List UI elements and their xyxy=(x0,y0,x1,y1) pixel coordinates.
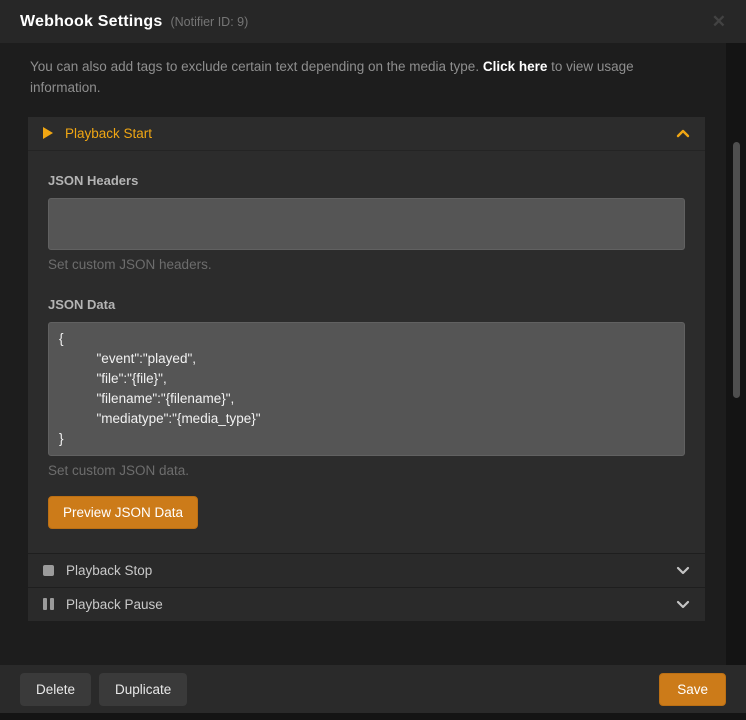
stop-icon xyxy=(43,565,54,576)
preview-json-data-button[interactable]: Preview JSON Data xyxy=(48,496,198,529)
save-button[interactable]: Save xyxy=(659,673,726,706)
json-headers-help: Set custom JSON headers. xyxy=(48,257,685,272)
accordion-playback-start[interactable]: Playback Start xyxy=(28,117,705,151)
chevron-up-icon xyxy=(676,129,690,138)
intro-before: You can also add tags to exclude certain… xyxy=(30,59,483,74)
page-title: Webhook Settings xyxy=(20,13,162,31)
modal-footer: Delete Duplicate Save xyxy=(0,665,746,713)
intro-text: You can also add tags to exclude certain… xyxy=(30,57,686,99)
accordion-label: Playback Stop xyxy=(66,563,152,578)
trigger-accordion: Playback Start JSON Headers Set custom J… xyxy=(28,117,705,621)
json-headers-input[interactable] xyxy=(48,198,685,250)
title-wrap: Webhook Settings (Notifier ID: 9) xyxy=(20,13,248,31)
notifier-id-badge: (Notifier ID: 9) xyxy=(170,15,248,29)
click-here-link[interactable]: Click here xyxy=(483,59,548,74)
play-icon xyxy=(43,127,53,139)
close-icon[interactable]: ✕ xyxy=(712,13,726,30)
scrollbar-thumb[interactable] xyxy=(733,142,740,398)
json-data-help: Set custom JSON data. xyxy=(48,463,685,478)
webhook-settings-modal: Webhook Settings (Notifier ID: 9) ✕ You … xyxy=(0,0,746,720)
json-data-label: JSON Data xyxy=(48,297,685,312)
duplicate-button[interactable]: Duplicate xyxy=(99,673,187,706)
accordion-label: Playback Start xyxy=(65,126,152,141)
modal-body: You can also add tags to exclude certain… xyxy=(0,43,746,665)
accordion-playback-stop[interactable]: Playback Stop xyxy=(28,553,705,587)
scrollbar-track[interactable] xyxy=(726,43,746,665)
chevron-down-icon xyxy=(676,566,690,575)
playback-start-panel-body: JSON Headers Set custom JSON headers. JS… xyxy=(28,151,705,553)
accordion-playback-pause[interactable]: Playback Pause xyxy=(28,587,705,621)
pause-icon xyxy=(43,598,54,610)
page-background-strip xyxy=(0,713,746,720)
modal-header: Webhook Settings (Notifier ID: 9) ✕ xyxy=(0,0,746,43)
accordion-label: Playback Pause xyxy=(66,597,163,612)
delete-button[interactable]: Delete xyxy=(20,673,91,706)
json-headers-label: JSON Headers xyxy=(48,173,685,188)
json-data-input[interactable]: { "event":"played", "file":"{file}", "fi… xyxy=(48,322,685,456)
chevron-down-icon xyxy=(676,600,690,609)
